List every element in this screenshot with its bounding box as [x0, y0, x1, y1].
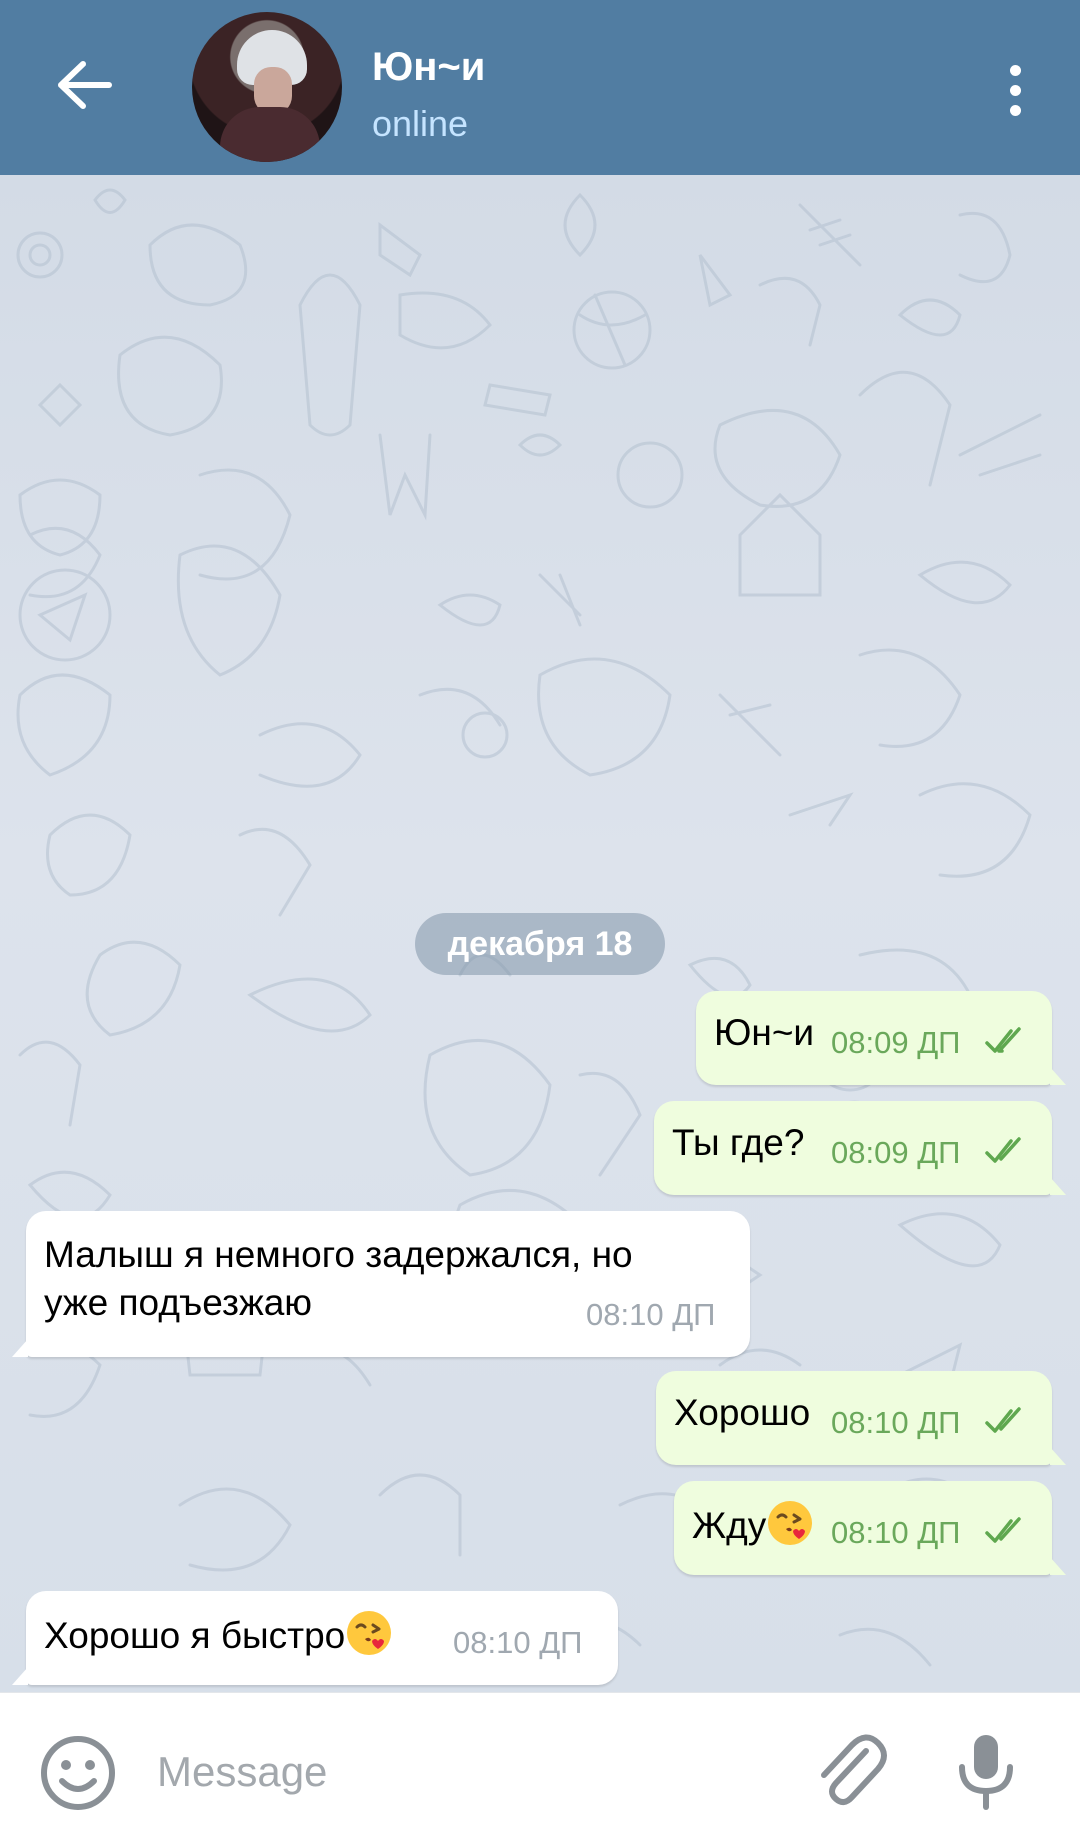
message-input[interactable] — [155, 1731, 779, 1813]
message-time: 08:10 ДП — [586, 1297, 716, 1332]
date-separator: декабря 18 — [415, 913, 665, 975]
message-incoming[interactable]: Малыш я немного задержался, но уже подъе… — [12, 1211, 750, 1357]
message-outgoing[interactable]: Хорошо 08:10 ДП — [656, 1371, 1066, 1465]
face-throwing-kiss-emoji — [768, 1501, 813, 1545]
message-outgoing[interactable]: Ты где? 08:09 ДП — [654, 1101, 1066, 1195]
message-text: Хорошо я быстро — [44, 1609, 393, 1660]
message-text: Юн~и — [714, 1012, 815, 1053]
message-text-line-2: уже подъезжаю — [44, 1282, 313, 1323]
back-button[interactable] — [40, 45, 130, 125]
smiley-icon — [41, 1736, 115, 1810]
attach-button[interactable] — [808, 1729, 892, 1813]
microphone-button[interactable] — [950, 1729, 1022, 1813]
message-text-line-1: Малыш я немного задержался, но — [44, 1234, 633, 1275]
chat-area[interactable]: декабря 18 Юн~и 08:09 ДП Ты где? 08:09 Д… — [0, 175, 1080, 1692]
arrow-left-icon — [58, 61, 112, 109]
paperclip-icon — [821, 1734, 887, 1805]
double-check-icon — [985, 1137, 1021, 1163]
double-check-icon — [985, 1407, 1021, 1433]
message-time: 08:10 ДП — [831, 1405, 961, 1440]
message-outgoing[interactable]: Жду 08:10 ДП — [674, 1481, 1066, 1575]
message-incoming[interactable]: Хорошо я быстро 08:10 ДП — [12, 1591, 618, 1685]
contact-status: online — [372, 103, 469, 144]
message-time: 08:10 ДП — [453, 1625, 583, 1660]
emoji-button[interactable] — [38, 1733, 118, 1813]
more-vertical-icon — [1009, 64, 1021, 76]
message-text: Жду — [692, 1499, 814, 1550]
chat-header: Юн~и online — [0, 0, 1080, 175]
message-time: 08:10 ДП — [831, 1515, 961, 1550]
message-time: 08:09 ДП — [831, 1025, 961, 1060]
message-time: 08:09 ДП — [831, 1135, 961, 1170]
face-throwing-kiss-emoji — [347, 1611, 392, 1655]
avatar[interactable] — [192, 12, 342, 162]
message-input-bar — [0, 1692, 1080, 1848]
microphone-icon — [959, 1735, 1013, 1810]
message-text: Хорошо — [674, 1392, 811, 1433]
contact-name[interactable]: Юн~и — [372, 45, 485, 90]
more-options-button[interactable] — [990, 55, 1040, 125]
double-check-icon — [985, 1027, 1021, 1053]
message-outgoing[interactable]: Юн~и 08:09 ДП — [696, 991, 1066, 1085]
double-check-icon — [985, 1517, 1021, 1543]
message-text: Ты где? — [672, 1122, 805, 1163]
